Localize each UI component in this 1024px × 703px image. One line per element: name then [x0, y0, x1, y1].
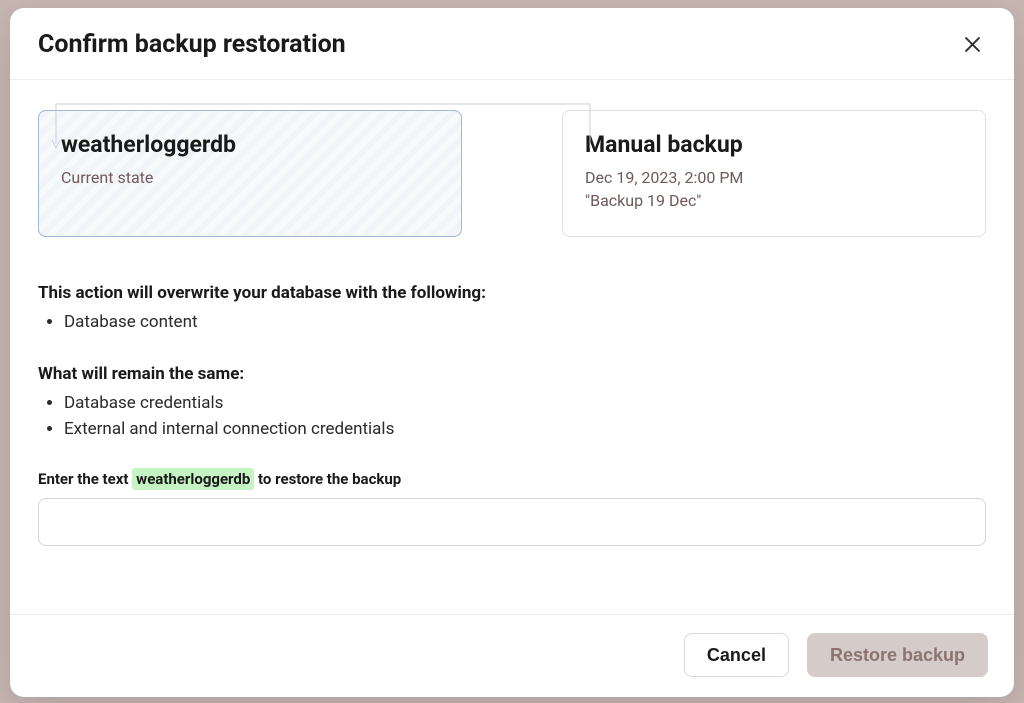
- modal-footer: Cancel Restore backup: [10, 614, 1014, 697]
- list-item: Database credentials: [64, 390, 986, 416]
- backup-title: Manual backup: [585, 131, 963, 158]
- current-db-name: weatherloggerdb: [61, 131, 439, 158]
- confirm-restore-modal: Confirm backup restoration weatherlogger…: [10, 8, 1014, 697]
- modal-body: weatherloggerdb Current state Manual bac…: [10, 80, 1014, 614]
- cancel-button[interactable]: Cancel: [684, 633, 789, 677]
- current-state-card: weatherloggerdb Current state: [38, 110, 462, 237]
- confirm-section: Enter the text weatherloggerdb to restor…: [38, 470, 986, 546]
- restore-button[interactable]: Restore backup: [807, 633, 988, 677]
- overwrite-list: Database content: [38, 309, 986, 335]
- backup-name: "Backup 19 Dec": [585, 189, 963, 212]
- list-item: Database content: [64, 309, 986, 335]
- confirm-input[interactable]: [38, 498, 986, 546]
- current-db-subtitle: Current state: [61, 166, 439, 189]
- confirm-label: Enter the text weatherloggerdb to restor…: [38, 470, 986, 488]
- remain-section: What will remain the same: Database cred…: [38, 364, 986, 443]
- overwrite-section: This action will overwrite your database…: [38, 283, 986, 335]
- confirm-prefix: Enter the text: [38, 470, 132, 488]
- restore-diagram: weatherloggerdb Current state Manual bac…: [38, 110, 986, 237]
- confirm-highlight: weatherloggerdb: [132, 468, 254, 490]
- confirm-suffix: to restore the backup: [258, 470, 401, 488]
- remain-heading: What will remain the same:: [38, 364, 986, 384]
- backup-card: Manual backup Dec 19, 2023, 2:00 PM "Bac…: [562, 110, 986, 237]
- overwrite-heading: This action will overwrite your database…: [38, 283, 986, 303]
- backup-timestamp: Dec 19, 2023, 2:00 PM: [585, 166, 963, 189]
- modal-title: Confirm backup restoration: [38, 30, 346, 59]
- list-item: External and internal connection credent…: [64, 416, 986, 442]
- remain-list: Database credentials External and intern…: [38, 390, 986, 443]
- close-icon: [965, 37, 980, 52]
- close-button[interactable]: [958, 31, 986, 59]
- modal-header: Confirm backup restoration: [10, 8, 1014, 80]
